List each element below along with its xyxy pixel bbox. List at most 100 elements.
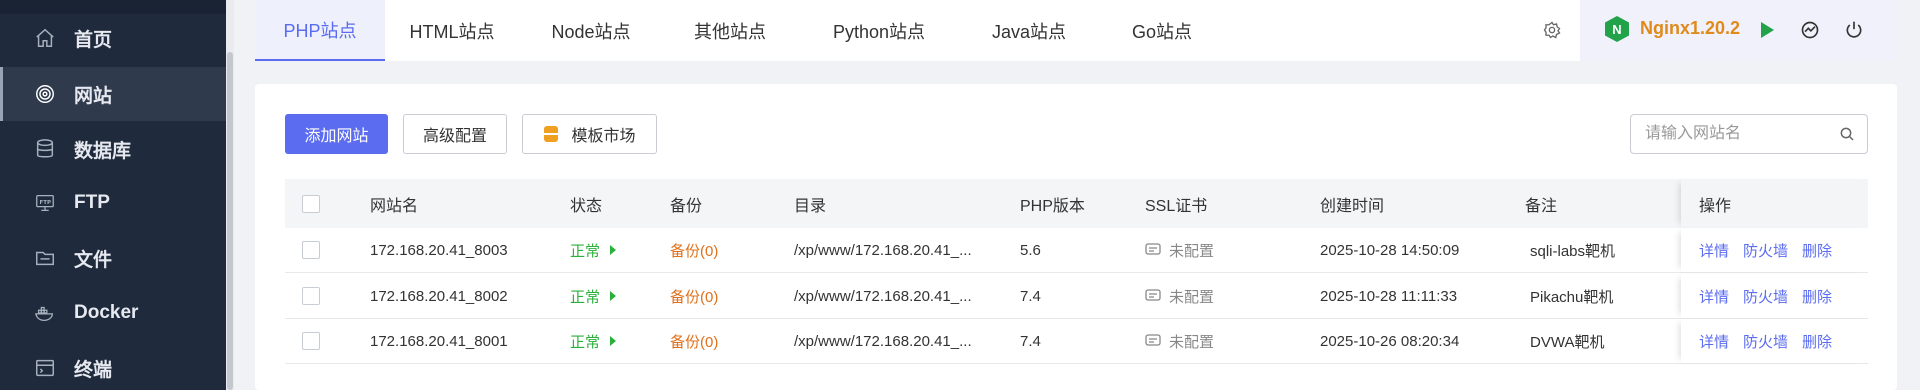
sidebar-item-home[interactable]: 首页: [0, 11, 226, 65]
status-text: 正常: [570, 333, 601, 351]
table-row: 172.168.20.41_8003 正常 备份(0) /xp/www/172.…: [285, 228, 1868, 273]
header-ssl: SSL证书: [1145, 197, 1208, 215]
status-text: 正常: [570, 288, 601, 306]
sidebar-item-label: 网站: [74, 85, 113, 107]
site-directory[interactable]: /xp/www/172.168.20.41_...: [794, 319, 972, 363]
monitor-icon[interactable]: [1796, 16, 1824, 44]
tab-node-sites[interactable]: Node站点: [530, 0, 652, 61]
template-market-button[interactable]: 模板市场: [522, 114, 657, 154]
running-indicator-icon: [610, 291, 617, 301]
php-version[interactable]: 7.4: [1020, 274, 1041, 318]
sidebar-item-ftp[interactable]: FTP FTP: [0, 176, 226, 230]
row-actions: 详情 防火墙 删除: [1681, 319, 1868, 363]
tab-java-sites[interactable]: Java站点: [964, 0, 1094, 61]
sidebar-item-label: Docker: [74, 302, 139, 323]
backup-link[interactable]: 备份(0): [670, 319, 718, 363]
site-name[interactable]: 172.168.20.41_8002: [370, 274, 508, 318]
delete-link[interactable]: 删除: [1802, 240, 1832, 261]
power-icon[interactable]: [1840, 16, 1868, 44]
play-icon[interactable]: [1753, 16, 1781, 44]
certificate-icon: [1145, 243, 1161, 257]
backup-link[interactable]: 备份(0): [670, 274, 718, 318]
created-time: 2025-10-28 14:50:09: [1320, 241, 1460, 259]
database-icon: [33, 137, 57, 161]
folder-icon: [33, 246, 57, 270]
sidebar-item-database[interactable]: 数据库: [0, 122, 226, 176]
ssl-status[interactable]: 未配置: [1145, 228, 1214, 272]
nginx-version-label: Nginx1.20.2: [1640, 18, 1741, 38]
row-checkbox[interactable]: [302, 228, 320, 272]
created-time: 2025-10-28 11:11:33: [1320, 287, 1458, 305]
sidebar-item-terminal[interactable]: 终端: [0, 341, 226, 390]
add-site-button[interactable]: 添加网站: [285, 114, 388, 154]
site-name[interactable]: 172.168.20.41_8003: [370, 228, 508, 272]
header-note: 备注: [1525, 197, 1558, 215]
header-site-name[interactable]: 网站名: [370, 179, 418, 228]
site-directory[interactable]: /xp/www/172.168.20.41_...: [794, 274, 972, 318]
site-status[interactable]: 正常: [570, 228, 617, 272]
sidebar-item-label: 终端: [74, 359, 113, 381]
detail-link[interactable]: 详情: [1699, 286, 1729, 307]
certificate-icon: [1145, 289, 1161, 303]
site-note[interactable]: Pikachu靶机: [1530, 274, 1613, 318]
site-list-card: 添加网站 高级配置 模板市场 网站名 状态 备份 目录 PHP版本 SSL证书 …: [255, 84, 1897, 390]
row-actions: 详情 防火墙 删除: [1681, 228, 1868, 272]
running-indicator-icon: [610, 336, 617, 346]
gear-icon[interactable]: [1538, 16, 1566, 44]
php-version[interactable]: 7.4: [1020, 319, 1041, 363]
sidebar-item-docker[interactable]: Docker: [0, 286, 226, 340]
sidebar-item-label: 数据库: [74, 140, 132, 162]
tab-php-sites[interactable]: PHP站点: [255, 0, 385, 61]
status-text: 正常: [570, 242, 601, 260]
tab-go-sites[interactable]: Go站点: [1107, 0, 1217, 61]
select-all-checkbox[interactable]: [302, 179, 320, 228]
header-backup: 备份: [670, 197, 703, 215]
running-indicator-icon: [610, 245, 617, 255]
site-name[interactable]: 172.168.20.41_8001: [370, 319, 508, 363]
template-market-icon: [543, 125, 559, 143]
ftp-icon: FTP: [33, 191, 57, 215]
header-status: 状态: [570, 197, 603, 215]
firewall-link[interactable]: 防火墙: [1743, 240, 1788, 261]
ssl-status[interactable]: 未配置: [1145, 274, 1214, 318]
tab-python-sites[interactable]: Python站点: [808, 0, 950, 61]
sidebar-scrollbar-thumb[interactable]: [227, 52, 233, 390]
detail-link[interactable]: 详情: [1699, 331, 1729, 352]
site-note[interactable]: sqli-labs靶机: [1530, 228, 1615, 272]
created-time: 2025-10-26 08:20:34: [1320, 332, 1460, 350]
site-status[interactable]: 正常: [570, 274, 617, 318]
site-directory[interactable]: /xp/www/172.168.20.41_...: [794, 228, 972, 272]
sidebar-scrollbar[interactable]: [226, 0, 234, 390]
sidebar-item-files[interactable]: 文件: [0, 231, 226, 285]
advanced-config-button[interactable]: 高级配置: [403, 114, 507, 154]
detail-link[interactable]: 详情: [1699, 240, 1729, 261]
server-status-panel: N Nginx1.20.2: [1580, 0, 1897, 61]
delete-link[interactable]: 删除: [1802, 286, 1832, 307]
search-input[interactable]: [1645, 123, 1825, 145]
php-version[interactable]: 5.6: [1020, 228, 1041, 272]
site-note[interactable]: DVWA靶机: [1530, 319, 1604, 363]
search-icon[interactable]: [1839, 126, 1855, 147]
header-created-time[interactable]: 创建时间: [1320, 179, 1384, 228]
table-row: 172.168.20.41_8001 正常 备份(0) /xp/www/172.…: [285, 319, 1868, 364]
ssl-status[interactable]: 未配置: [1145, 319, 1214, 363]
globe-icon: [33, 82, 57, 106]
ssl-text: 未配置: [1169, 288, 1215, 306]
row-checkbox[interactable]: [302, 319, 320, 363]
tab-other-sites[interactable]: 其他站点: [669, 0, 791, 61]
backup-link[interactable]: 备份(0): [670, 228, 718, 272]
firewall-link[interactable]: 防火墙: [1743, 286, 1788, 307]
delete-link[interactable]: 删除: [1802, 331, 1832, 352]
table-row: 172.168.20.41_8002 正常 备份(0) /xp/www/172.…: [285, 274, 1868, 319]
row-checkbox[interactable]: [302, 274, 320, 318]
site-status[interactable]: 正常: [570, 319, 617, 363]
sidebar: 首页 网站 数据库 FTP FTP 文件 Docker 终端: [0, 0, 226, 390]
nginx-logo-icon: N: [1605, 16, 1629, 42]
sidebar-item-website[interactable]: 网站: [0, 67, 226, 121]
header-actions-col: 操作: [1681, 179, 1868, 228]
firewall-link[interactable]: 防火墙: [1743, 331, 1788, 352]
ssl-text: 未配置: [1169, 333, 1215, 351]
template-market-label: 模板市场: [571, 128, 636, 145]
tab-html-sites[interactable]: HTML站点: [391, 0, 513, 61]
table-header: 网站名 状态 备份 目录 PHP版本 SSL证书 创建时间 备注 操作: [285, 179, 1868, 228]
